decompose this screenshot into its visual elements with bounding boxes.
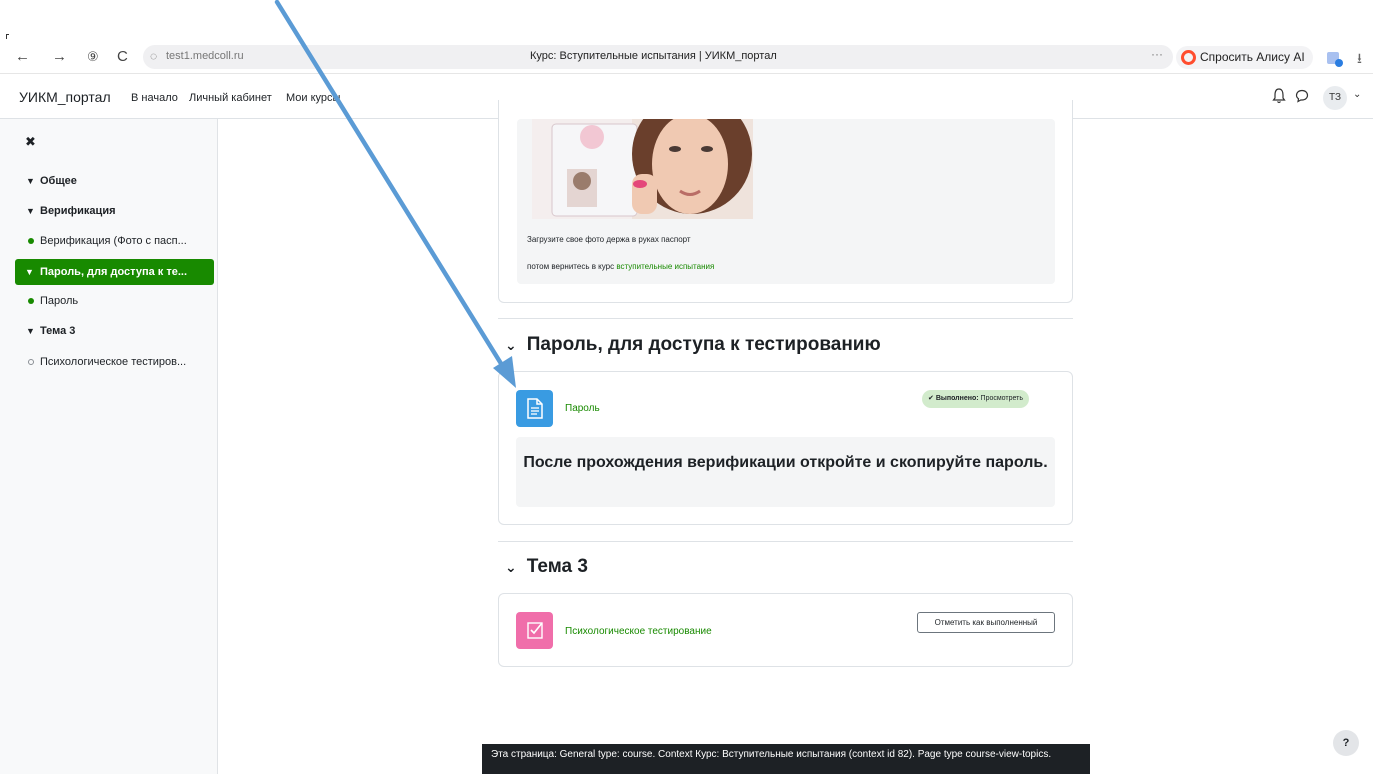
completion-label: Выполнено: — [935, 395, 979, 402]
yandex-icon[interactable]: ⑨ — [87, 47, 99, 67]
more-icon[interactable]: ··· — [1151, 47, 1163, 61]
chevron-down-icon: ▼ — [26, 206, 35, 216]
browser-toolbar: ← → ⑨ C ◌ test1.medcoll.ru Курс: Вступит… — [0, 40, 1373, 74]
section-divider — [498, 318, 1073, 319]
chat-icon[interactable] — [1295, 88, 1309, 104]
chevron-down-icon: ▼ — [25, 267, 34, 277]
incomplete-dot-icon — [28, 359, 34, 365]
completion-dot-icon — [28, 238, 34, 244]
section-title-theme3[interactable]: ⌄ Тема 3 — [505, 556, 588, 578]
site-info-icon[interactable]: ◌ — [150, 49, 157, 63]
close-icon[interactable]: ✖ — [25, 134, 36, 150]
url-text[interactable]: test1.medcoll.ru — [166, 50, 244, 62]
section-title-text: Пароль, для доступа к тестированию — [526, 334, 881, 355]
screen: { "browser": { "back_icon": "←", "forwar… — [0, 0, 1373, 774]
forward-icon[interactable]: → — [52, 47, 67, 67]
drawer-item-label: Верификация — [40, 205, 116, 217]
check-icon: ✔ — [928, 395, 936, 402]
ask-alice-button[interactable]: Спросить Алису AI — [1176, 46, 1313, 69]
return-note-text: потом вернитесь в курс — [527, 262, 617, 271]
verification-instruction: Загрузите свое фото держа в руках паспор… — [527, 235, 691, 244]
reload-icon[interactable]: C — [117, 47, 128, 67]
password-notice-text: После прохождения верификации откройте и… — [523, 454, 1048, 471]
drawer-item-verification[interactable]: ▼ Верификация — [0, 198, 218, 224]
course-link[interactable]: вступительные испытания — [616, 262, 714, 271]
section-title-text: Тема 3 — [526, 556, 588, 577]
help-button[interactable]: ? — [1333, 730, 1359, 756]
drawer-item-psych-test[interactable]: Психологическое тестиров... — [0, 349, 218, 375]
section-title-password[interactable]: ⌄ Пароль, для доступа к тестированию — [505, 334, 881, 356]
nav-link-my-courses[interactable]: Мои курсы — [286, 92, 340, 104]
user-avatar[interactable]: ТЗ — [1323, 86, 1347, 110]
back-icon[interactable]: ← — [15, 47, 30, 67]
nav-link-dashboard[interactable]: Личный кабинет — [189, 92, 272, 104]
drawer-item-verification-photo[interactable]: Верификация (Фото с пасп... — [0, 228, 218, 254]
course-index-drawer: ✖ ▼ Общее ▼ Верификация Верификация (Фот… — [0, 119, 218, 774]
chevron-down-icon[interactable]: ⌄ — [505, 559, 517, 575]
page-context-footer: Эта страница: General type: course. Cont… — [482, 744, 1090, 774]
window-corner-mark — [6, 34, 9, 39]
drawer-item-password-section[interactable]: ▼ Пароль, для доступа к те... — [15, 259, 214, 285]
drawer-item-label: Пароль, для доступа к те... — [40, 266, 188, 278]
passport-photo-image — [532, 119, 753, 219]
completion-value: Просмотреть — [980, 395, 1024, 402]
site-brand[interactable]: УИКМ_портал — [19, 89, 111, 105]
drawer-item-label: Пароль — [40, 295, 79, 307]
drawer-item-theme3[interactable]: ▼ Тема 3 — [0, 318, 218, 344]
mark-as-done-button[interactable]: Отметить как выполненный — [917, 612, 1055, 633]
drawer-item-label: Психологическое тестиров... — [40, 356, 187, 368]
chevron-down-icon: ▼ — [26, 326, 35, 336]
drawer-item-label: Верификация (Фото с пасп... — [40, 235, 187, 247]
chevron-down-icon[interactable]: ⌄ — [505, 337, 517, 353]
alice-icon — [1181, 50, 1196, 65]
drawer-item-label: Общее — [40, 175, 77, 187]
page-title: Курс: Вступительные испытания | УИКМ_пор… — [530, 50, 777, 62]
password-activity-link[interactable]: Пароль — [565, 403, 600, 414]
drawer-item-label: Тема 3 — [40, 325, 76, 337]
chevron-down-icon: ▼ — [26, 176, 35, 186]
drawer-item-password[interactable]: Пароль — [0, 288, 218, 314]
extension-badge-icon — [1335, 59, 1343, 67]
bell-icon[interactable] — [1272, 87, 1286, 105]
completion-dot-icon — [28, 298, 34, 304]
drawer-item-general[interactable]: ▼ Общее — [0, 168, 218, 194]
chevron-down-icon[interactable]: ⌄ — [1353, 89, 1361, 100]
ask-alice-label: Спросить Алису AI — [1200, 50, 1305, 64]
page-icon — [516, 390, 553, 427]
nav-link-home[interactable]: В начало — [131, 92, 178, 104]
completion-status-badge: ✔ Выполнено: Просмотреть — [922, 390, 1030, 408]
verification-return-note: потом вернитесь в курс вступительные исп… — [527, 262, 714, 271]
download-icon[interactable]: ⭳ — [1357, 48, 1362, 72]
quiz-icon — [516, 612, 553, 649]
section-divider — [498, 541, 1073, 542]
psych-test-link[interactable]: Психологическое тестирование — [565, 626, 712, 637]
